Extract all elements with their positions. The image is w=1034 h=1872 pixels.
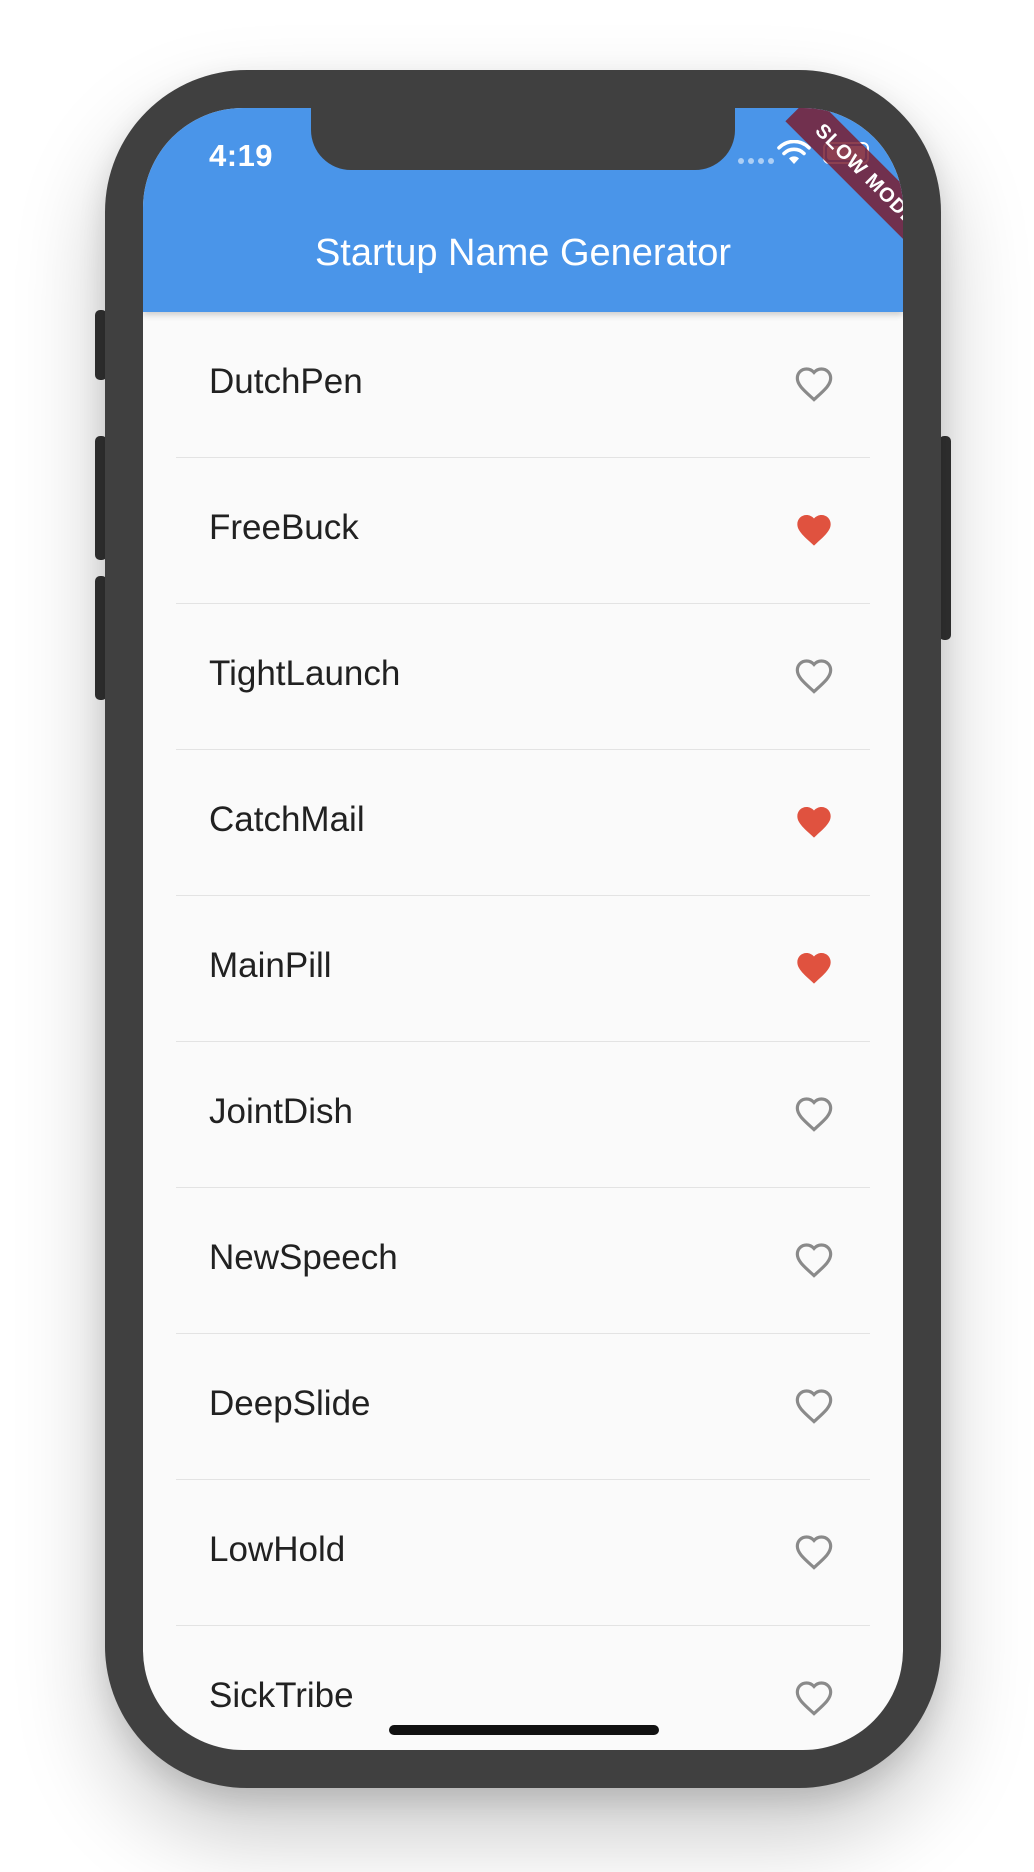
heart-outline-icon[interactable]	[793, 656, 835, 696]
list-item[interactable]: DeepSlide	[143, 1334, 903, 1480]
list-item[interactable]: FreeBuck	[143, 458, 903, 604]
startup-name-label: LowHold	[209, 1530, 346, 1569]
startup-name-label: TightLaunch	[209, 654, 401, 693]
list-item[interactable]: TightLaunch	[143, 604, 903, 750]
startup-name-label: DeepSlide	[209, 1384, 371, 1423]
status-time: 4:19	[209, 138, 274, 173]
startup-name-label: CatchMail	[209, 800, 365, 839]
heart-filled-icon[interactable]	[793, 948, 835, 988]
heart-outline-icon[interactable]	[793, 1386, 835, 1426]
startup-name-label: JointDish	[209, 1092, 353, 1131]
heart-outline-icon[interactable]	[793, 1240, 835, 1280]
heart-outline-icon[interactable]	[793, 1532, 835, 1572]
list-item[interactable]: MainPill	[143, 896, 903, 1042]
heart-filled-icon[interactable]	[793, 510, 835, 550]
startup-name-list[interactable]: DutchPen FreeBuck TightLaunch CatchMail …	[143, 312, 903, 1750]
home-indicator[interactable]	[389, 1725, 659, 1735]
startup-name-label: DutchPen	[209, 362, 363, 401]
notch	[311, 108, 735, 170]
app-screen: SLOW MODE 4:19 Startup Name Generator Du…	[143, 108, 903, 1750]
heart-outline-icon[interactable]	[793, 1094, 835, 1134]
startup-name-label: FreeBuck	[209, 508, 359, 547]
list-item[interactable]: JointDish	[143, 1042, 903, 1188]
list-item[interactable]: CatchMail	[143, 750, 903, 896]
heart-filled-icon[interactable]	[793, 802, 835, 842]
startup-name-label: MainPill	[209, 946, 332, 985]
heart-outline-icon[interactable]	[793, 364, 835, 404]
debug-banner: SLOW MODE	[753, 108, 903, 258]
list-item[interactable]: LowHold	[143, 1480, 903, 1626]
startup-name-label: NewSpeech	[209, 1238, 398, 1277]
list-item[interactable]: NewSpeech	[143, 1188, 903, 1334]
debug-banner-label: SLOW MODE	[785, 108, 903, 256]
list-item[interactable]: DutchPen	[143, 312, 903, 458]
heart-outline-icon[interactable]	[793, 1678, 835, 1718]
startup-name-label: SickTribe	[209, 1676, 354, 1715]
